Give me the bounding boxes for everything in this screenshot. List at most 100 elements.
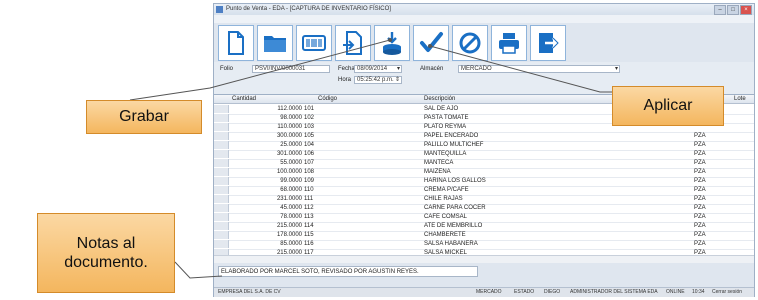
- almacen-label: Almacén: [420, 66, 444, 72]
- open-folder-button[interactable]: [257, 25, 293, 61]
- status-online: ONLINE: [666, 289, 685, 295]
- cell-descripcion: MANTEQUILLA: [424, 151, 467, 157]
- folio-label: Folio: [220, 66, 234, 72]
- new-document-icon: [228, 31, 244, 55]
- status-logout[interactable]: Cerrar sesión: [712, 288, 742, 297]
- cell-descripcion: MANTECA: [424, 160, 454, 166]
- hora-value: 05:25:42 p.m.: [357, 77, 394, 83]
- minimize-button[interactable]: –: [714, 5, 726, 15]
- cell-descripcion: CARNE PARA COCER: [424, 205, 486, 211]
- cell-codigo: 112: [304, 205, 314, 211]
- cell-unidad: PZA: [694, 187, 706, 193]
- cell-unidad: PZA: [694, 214, 706, 220]
- hora-label: Hora: [338, 77, 352, 83]
- row-selector[interactable]: [214, 231, 229, 239]
- cell-unidad: PZA: [694, 196, 706, 202]
- barcode-button[interactable]: [296, 25, 332, 61]
- row-selector[interactable]: [214, 195, 229, 203]
- cell-codigo: 102: [304, 115, 315, 121]
- maximize-button[interactable]: □: [727, 5, 739, 15]
- cell-cantidad: 68.0000: [280, 187, 302, 193]
- row-selector[interactable]: [214, 177, 229, 185]
- cell-cantidad: 301.0000: [276, 151, 302, 157]
- cell-descripcion: PASTA TOMATE: [424, 115, 469, 121]
- row-selector[interactable]: [214, 240, 229, 248]
- row-selector[interactable]: [214, 123, 229, 131]
- cell-codigo: 110: [304, 187, 314, 193]
- row-selector[interactable]: [214, 213, 229, 221]
- column-header-cantidad[interactable]: Cantidad: [232, 95, 256, 103]
- row-selector[interactable]: [214, 186, 229, 194]
- notas-callout: Notas al documento.: [37, 213, 175, 293]
- column-header-codigo[interactable]: Código: [318, 95, 337, 103]
- calendar-dropdown-icon: ▾: [396, 66, 400, 72]
- row-selector[interactable]: [214, 105, 229, 113]
- import-icon: [343, 31, 362, 55]
- new-document-button[interactable]: [218, 25, 254, 61]
- grabar-callout: Grabar: [86, 100, 202, 134]
- column-header-lote[interactable]: Lote: [734, 95, 746, 103]
- print-button[interactable]: [491, 25, 527, 61]
- cell-codigo: 106: [304, 151, 315, 157]
- exit-button[interactable]: [530, 25, 566, 61]
- row-selector[interactable]: [214, 132, 229, 140]
- import-button[interactable]: [335, 25, 371, 61]
- column-header-descripcion[interactable]: Descripción: [424, 95, 455, 103]
- status-almacen: MERCADO: [476, 289, 502, 295]
- fecha-field[interactable]: 08/09/2014 ▾: [354, 65, 402, 73]
- app-icon: [216, 6, 223, 13]
- cell-unidad: PZA: [694, 205, 706, 211]
- cell-descripcion: CAFE COMSAL: [424, 214, 468, 220]
- row-selector[interactable]: [214, 150, 229, 158]
- aplicar-callout: Aplicar: [612, 86, 724, 126]
- almacen-select[interactable]: MERCADO ▾: [458, 65, 620, 73]
- cell-cantidad: 178.0000: [276, 232, 302, 238]
- save-button[interactable]: [374, 25, 410, 61]
- cell-descripcion: ATE DE MEMBRILLO: [424, 223, 483, 229]
- cell-codigo: 107: [304, 160, 315, 166]
- status-role: ADMINISTRADOR DEL SISTEMA EDA: [570, 289, 658, 295]
- application-window: Punto de Venta - EDA - [CAPTURA DE INVEN…: [213, 3, 755, 297]
- fecha-value: 08/09/2014: [357, 66, 388, 72]
- row-selector[interactable]: [214, 114, 229, 122]
- cell-descripcion: MAIZENA: [424, 169, 451, 175]
- exit-icon: [539, 33, 560, 53]
- cell-descripcion: PAPEL ENCERADO: [424, 133, 479, 139]
- cancel-icon: [459, 32, 481, 54]
- fecha-label: Fecha: [338, 66, 355, 72]
- status-user: DIEGO: [544, 289, 561, 295]
- folio-field[interactable]: PSVI/INV/0000031: [252, 65, 330, 73]
- cell-cantidad: 55.0000: [280, 160, 302, 166]
- status-time: 10:34: [692, 289, 705, 295]
- horizontal-scrollbar[interactable]: [214, 255, 754, 263]
- cell-codigo: 116: [304, 241, 314, 247]
- cell-descripcion: PLATO REYMA: [424, 124, 467, 130]
- hora-field[interactable]: 05:25:42 p.m. ⇕: [354, 76, 402, 84]
- status-company: EMPRESA DEL S.A. DE CV: [218, 289, 281, 295]
- cell-cantidad: 300.0000: [276, 133, 302, 139]
- cell-codigo: 104: [304, 142, 315, 148]
- cell-descripcion: CHILE RAJAS: [424, 196, 463, 202]
- almacen-value: MERCADO: [461, 66, 492, 72]
- cell-codigo: 103: [304, 124, 315, 130]
- notes-field[interactable]: ELABORADO POR MARCEL SOTO, REVISADO POR …: [218, 266, 478, 277]
- row-selector[interactable]: [214, 204, 229, 212]
- toolbar: [218, 25, 566, 61]
- cell-cantidad: 85.0000: [280, 241, 302, 247]
- apply-button[interactable]: [413, 25, 449, 61]
- cancel-button[interactable]: [452, 25, 488, 61]
- cell-cantidad: 45.0000: [280, 205, 302, 211]
- cell-cantidad: 215.0000: [276, 223, 302, 229]
- cell-unidad: PZA: [694, 178, 706, 184]
- close-button[interactable]: ×: [740, 5, 752, 15]
- row-selector[interactable]: [214, 141, 229, 149]
- cell-descripcion: HARINA LOS GALLOS: [424, 178, 486, 184]
- chevron-down-icon: ▾: [614, 66, 618, 72]
- row-selector[interactable]: [214, 168, 229, 176]
- row-selector[interactable]: [214, 159, 229, 167]
- cell-unidad: PZA: [694, 169, 706, 175]
- cell-cantidad: 99.0000: [280, 178, 302, 184]
- cell-descripcion: PALILLO MULTICHEF: [424, 142, 484, 148]
- checkmark-icon: [420, 32, 443, 52]
- row-selector[interactable]: [214, 222, 229, 230]
